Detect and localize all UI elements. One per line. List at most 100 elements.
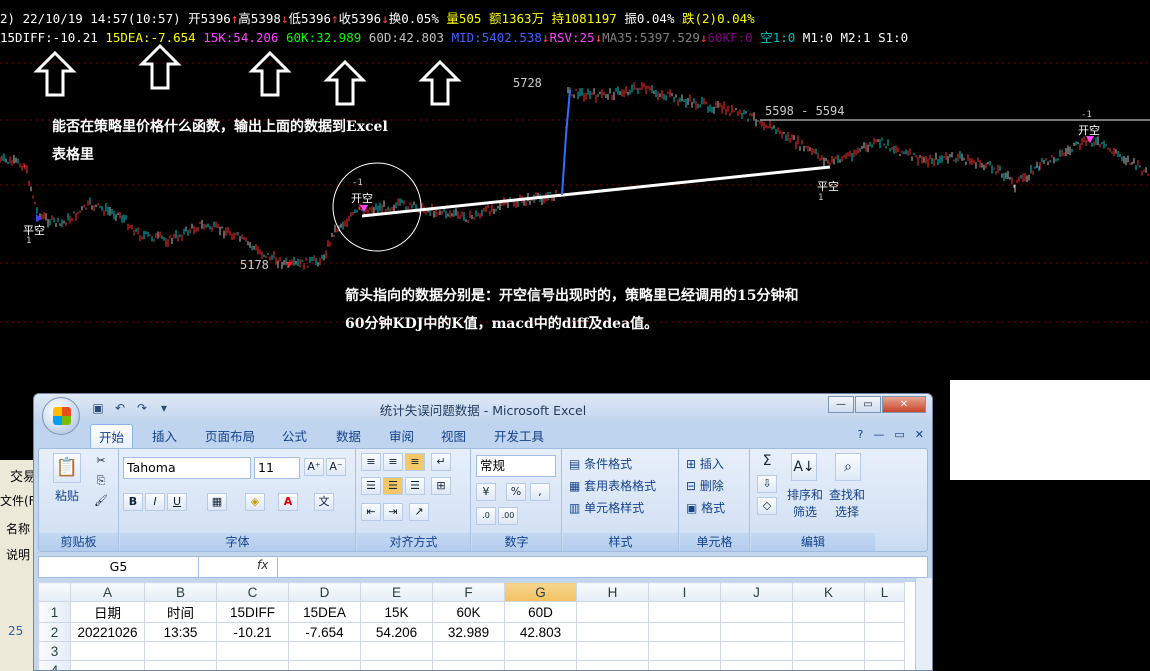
tab-insert[interactable]: 插入	[152, 426, 177, 445]
decrease-indent-icon[interactable]: ⇤	[361, 503, 381, 521]
cell-b3[interactable]	[144, 641, 217, 661]
tab-formulas[interactable]: 公式	[282, 426, 307, 445]
increase-decimal-icon[interactable]: .0	[476, 507, 496, 525]
cell-e3[interactable]	[360, 641, 433, 661]
shrink-font-icon[interactable]: A⁻	[326, 458, 346, 476]
cell-k2[interactable]	[792, 622, 865, 642]
cell-c4[interactable]	[216, 660, 289, 670]
paste-button[interactable]: 粘贴	[55, 487, 79, 504]
select-all-corner[interactable]	[38, 582, 71, 602]
row-header[interactable]: 2	[38, 622, 71, 642]
cell-j3[interactable]	[720, 641, 793, 661]
autosum-icon[interactable]: Σ	[757, 453, 777, 471]
office-button[interactable]	[42, 397, 80, 435]
cell-a4[interactable]	[70, 660, 145, 670]
tab-page-layout[interactable]: 页面布局	[205, 426, 255, 445]
cell-a3[interactable]	[70, 641, 145, 661]
cell-a2[interactable]: 20221026	[70, 622, 145, 642]
cell-f3[interactable]	[432, 641, 505, 661]
text-orientation-icon[interactable]: ↗	[409, 503, 429, 521]
underline-icon[interactable]: U	[167, 493, 187, 511]
column-header-j[interactable]: J	[720, 582, 793, 602]
sort-filter-button[interactable]: 排序和 筛选	[787, 487, 823, 521]
increase-indent-icon[interactable]: ⇥	[383, 503, 403, 521]
tab-data[interactable]: 数据	[336, 426, 361, 445]
cell-h4[interactable]	[576, 660, 649, 670]
tab-developer[interactable]: 开发工具	[494, 426, 544, 445]
tab-view[interactable]: 视图	[441, 426, 466, 445]
cell-k3[interactable]	[792, 641, 865, 661]
minimize-button[interactable]: —	[828, 396, 854, 413]
fx-icon[interactable]: fx	[257, 558, 268, 572]
grow-font-icon[interactable]: A⁺	[304, 458, 324, 476]
cell-g1[interactable]: 60D	[504, 601, 577, 623]
column-header-k[interactable]: K	[792, 582, 865, 602]
align-middle-icon[interactable]: ≡	[383, 453, 403, 471]
table-format-button[interactable]: ▦ 套用表格格式	[569, 477, 656, 494]
cell-b4[interactable]	[144, 660, 217, 670]
cell-e1[interactable]: 15K	[360, 601, 433, 623]
align-left-icon[interactable]: ☰	[361, 477, 381, 495]
cell-e4[interactable]	[360, 660, 433, 670]
font-size-select[interactable]: 11	[254, 457, 300, 479]
vertical-scrollbar[interactable]	[915, 578, 932, 670]
fill-icon[interactable]: ⇩	[757, 475, 777, 493]
tab-home[interactable]: 开始	[90, 424, 134, 450]
column-header-c[interactable]: C	[216, 582, 289, 602]
cell-l2[interactable]	[864, 622, 905, 642]
cell-c2[interactable]: -10.21	[216, 622, 289, 642]
copy-icon[interactable]: ⎘	[91, 473, 111, 491]
cell-h2[interactable]	[576, 622, 649, 642]
cell-b1[interactable]: 时间	[144, 601, 217, 623]
cell-f4[interactable]	[432, 660, 505, 670]
name-box[interactable]: G5	[39, 557, 199, 577]
cell-d1[interactable]: 15DEA	[288, 601, 361, 623]
column-header-a[interactable]: A	[70, 582, 145, 602]
cell-i2[interactable]	[648, 622, 721, 642]
column-header-l[interactable]: L	[864, 582, 905, 602]
conditional-format-button[interactable]: ▤ 条件格式	[569, 455, 632, 472]
cell-g2[interactable]: 42.803	[504, 622, 577, 642]
align-center-icon[interactable]: ☰	[383, 477, 403, 495]
delete-cells-button[interactable]: ⊟ 删除	[686, 477, 724, 494]
cell-a1[interactable]: 日期	[70, 601, 145, 623]
find-select-button[interactable]: 查找和 选择	[829, 487, 865, 521]
cell-d4[interactable]	[288, 660, 361, 670]
maximize-button[interactable]: ▭	[855, 396, 881, 413]
paste-icon[interactable]: 📋	[53, 453, 81, 483]
comma-style-icon[interactable]: ,	[530, 483, 550, 501]
cell-l3[interactable]	[864, 641, 905, 661]
sort-filter-icon[interactable]: A↓	[791, 453, 817, 481]
ribbon-restore-icon[interactable]: ▭	[894, 428, 904, 441]
cell-e2[interactable]: 54.206	[360, 622, 433, 642]
align-bottom-icon[interactable]: ≡	[405, 453, 425, 471]
cell-k4[interactable]	[792, 660, 865, 670]
format-cells-button[interactable]: ▣ 格式	[686, 499, 725, 516]
cell-c1[interactable]: 15DIFF	[216, 601, 289, 623]
cell-l1[interactable]	[864, 601, 905, 623]
cell-g3[interactable]	[504, 641, 577, 661]
align-right-icon[interactable]: ☰	[405, 477, 425, 495]
accounting-format-icon[interactable]: ¥	[476, 483, 496, 501]
ribbon-minimize-icon[interactable]: —	[873, 428, 884, 441]
binoculars-icon[interactable]: ⌕	[835, 453, 861, 481]
cell-h3[interactable]	[576, 641, 649, 661]
wrap-text-icon[interactable]: ↵	[431, 453, 451, 471]
cell-d3[interactable]	[288, 641, 361, 661]
cell-l4[interactable]	[864, 660, 905, 670]
font-color-icon[interactable]: A	[278, 493, 298, 511]
decrease-decimal-icon[interactable]: .00	[498, 507, 518, 525]
cell-c3[interactable]	[216, 641, 289, 661]
row-header[interactable]: 1	[38, 601, 71, 623]
cell-j4[interactable]	[720, 660, 793, 670]
italic-icon[interactable]: I	[145, 493, 165, 511]
align-top-icon[interactable]: ≡	[361, 453, 381, 471]
cell-i3[interactable]	[648, 641, 721, 661]
insert-cells-button[interactable]: ⊞ 插入	[686, 455, 724, 472]
cell-i4[interactable]	[648, 660, 721, 670]
ribbon-close-icon[interactable]: ✕	[915, 428, 924, 441]
bold-icon[interactable]: B	[123, 493, 143, 511]
cell-k1[interactable]	[792, 601, 865, 623]
cell-i1[interactable]	[648, 601, 721, 623]
font-name-select[interactable]: Tahoma	[123, 457, 251, 479]
